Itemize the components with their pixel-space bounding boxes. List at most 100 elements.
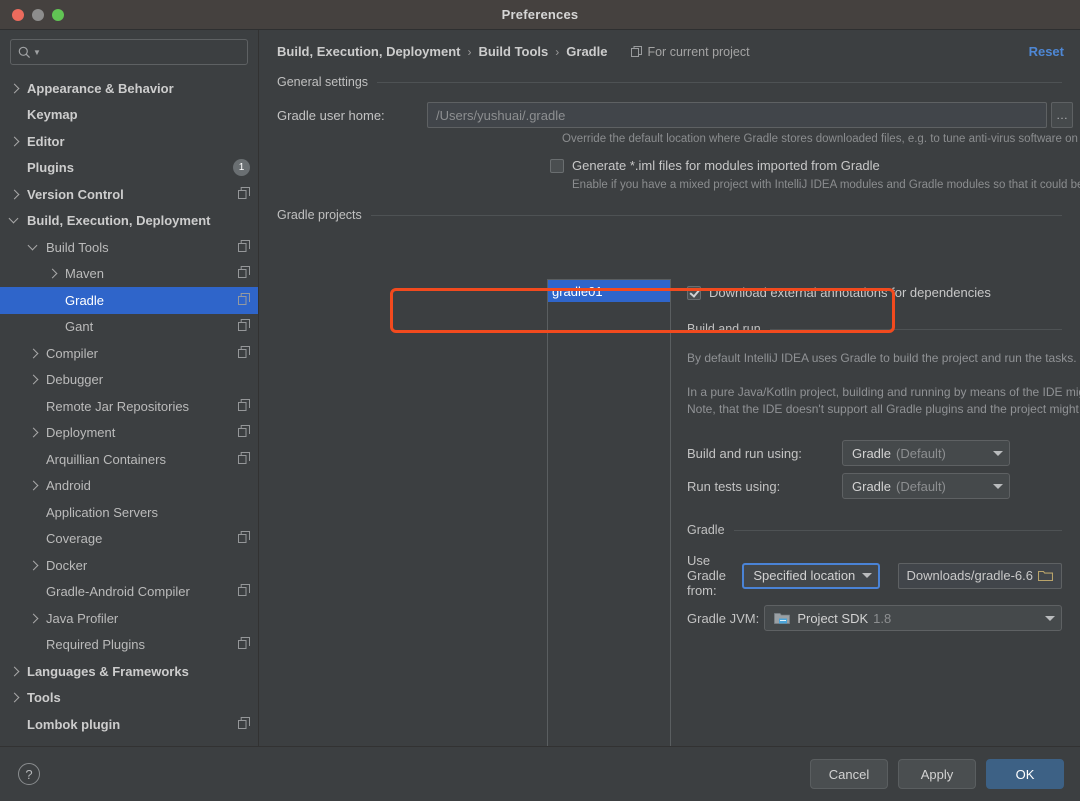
breadcrumb-item-1[interactable]: Build Tools <box>478 44 548 59</box>
chevron-right-icon[interactable] <box>29 480 40 491</box>
chevron-right-icon[interactable] <box>10 189 21 200</box>
sidebar-item-android[interactable]: Android <box>0 473 258 500</box>
sidebar-item-editor[interactable]: Editor <box>0 128 258 155</box>
search-box[interactable]: ▼ <box>10 39 248 65</box>
copy-icon <box>238 239 250 252</box>
search-wrapper: ▼ <box>0 30 258 73</box>
search-chevron-down-icon[interactable]: ▼ <box>33 48 41 57</box>
sidebar-item-languages-frameworks[interactable]: Languages & Frameworks <box>0 658 258 685</box>
breadcrumb-item-2: Gradle <box>566 44 608 59</box>
chevron-down-icon[interactable] <box>993 483 1003 489</box>
sidebar-item-gradle[interactable]: Gradle <box>0 287 258 314</box>
run-tests-using-dropdown[interactable]: Gradle (Default) <box>842 473 1010 499</box>
cancel-button[interactable]: Cancel <box>810 759 888 789</box>
apply-button[interactable]: Apply <box>898 759 976 789</box>
sidebar-item-required-plugins[interactable]: Required Plugins <box>0 632 258 659</box>
build-run-using-value: Gradle <box>852 445 892 461</box>
section-divider <box>733 529 1062 531</box>
sidebar-item-keymap[interactable]: Keymap <box>0 102 258 129</box>
sidebar-item-compiler[interactable]: Compiler <box>0 340 258 367</box>
sidebar-item-build-execution-deployment[interactable]: Build, Execution, Deployment <box>0 208 258 235</box>
sidebar-item-tools[interactable]: Tools <box>0 685 258 712</box>
dialog-footer: ? Cancel Apply OK <box>0 746 1080 801</box>
dialog-buttons: Cancel Apply OK <box>810 759 1064 789</box>
chevron-down-icon[interactable] <box>861 573 872 578</box>
sidebar-item-version-control[interactable]: Version Control <box>0 181 258 208</box>
gradle-projects-list[interactable]: gradle01 <box>547 279 671 746</box>
sidebar-item-arquillian-containers[interactable]: Arquillian Containers <box>0 446 258 473</box>
copy-icon <box>238 425 250 438</box>
chevron-right-icon[interactable] <box>10 83 21 94</box>
project-scope-copy-icon <box>238 345 250 361</box>
generate-iml-hint: Enable if you have a mixed project with … <box>572 179 1080 191</box>
sidebar-item-gradle-android-compiler[interactable]: Gradle-Android Compiler <box>0 579 258 606</box>
chevron-down-icon[interactable] <box>10 215 21 226</box>
sidebar-item-debugger[interactable]: Debugger <box>0 367 258 394</box>
use-gradle-from-dropdown[interactable]: Specified location <box>742 562 880 589</box>
gradle-location-input[interactable]: Downloads/gradle-6.6 <box>897 562 1062 589</box>
general-settings-section-header: General settings <box>277 75 1062 89</box>
sidebar-item-label: Docker <box>46 557 88 573</box>
chevron-right-icon[interactable] <box>29 348 40 359</box>
chevron-down-icon[interactable] <box>29 242 40 253</box>
generate-iml-checkbox[interactable] <box>550 158 564 173</box>
chevron-down-icon[interactable] <box>993 450 1003 456</box>
preferences-window: Preferences ▼ Appearance & Behavior Keyma… <box>0 0 1080 801</box>
sidebar-item-java-profiler[interactable]: Java Profiler <box>0 605 258 632</box>
gradle-section-title: Gradle <box>687 523 725 537</box>
sidebar-item-remote-jar-repositories[interactable]: Remote Jar Repositories <box>0 393 258 420</box>
sidebar-item-label: Appearance & Behavior <box>27 80 174 96</box>
search-icon <box>18 46 31 58</box>
copy-icon <box>238 451 250 464</box>
chevron-right-icon[interactable] <box>48 268 59 279</box>
gradle-jvm-label: Gradle JVM: <box>687 610 760 626</box>
sidebar-item-deployment[interactable]: Deployment <box>0 420 258 447</box>
chevron-down-icon[interactable] <box>1045 615 1055 621</box>
breadcrumb: Build, Execution, Deployment › Build Too… <box>259 30 1080 59</box>
chevron-right-icon[interactable] <box>29 427 40 438</box>
sidebar-item-docker[interactable]: Docker <box>0 552 258 579</box>
folder-icon[interactable] <box>1038 570 1053 582</box>
use-gradle-from-row: Use Gradle from: Specified location Down… <box>687 553 1062 598</box>
sidebar-item-appearance-behavior[interactable]: Appearance & Behavior <box>0 75 258 102</box>
sidebar-item-label: Java Profiler <box>46 610 119 626</box>
sidebar-item-label: Languages & Frameworks <box>27 663 189 679</box>
sidebar-item-build-tools[interactable]: Build Tools <box>0 234 258 261</box>
chevron-right-icon[interactable] <box>10 692 21 703</box>
gradle-user-home-browse-button[interactable]: … <box>1051 102 1073 128</box>
sidebar-item-plugins[interactable]: Plugins 1 <box>0 155 258 182</box>
sidebar-item-label: Plugins <box>27 160 74 176</box>
sidebar-item-maven[interactable]: Maven <box>0 261 258 288</box>
search-input[interactable] <box>44 45 240 59</box>
chevron-right-icon[interactable] <box>10 136 21 147</box>
gradle-projects-section-header: Gradle projects <box>277 208 1062 222</box>
gradle-user-home-label: Gradle user home: <box>277 107 385 123</box>
help-button[interactable]: ? <box>18 763 40 785</box>
reset-link[interactable]: Reset <box>1029 44 1064 59</box>
gradle-projects-title: Gradle projects <box>277 208 362 222</box>
breadcrumb-item-0[interactable]: Build, Execution, Deployment <box>277 44 460 59</box>
gradle-user-home-row: Gradle user home: /Users/yushuai/.gradle… <box>277 102 1080 128</box>
sidebar-item-label: Gant <box>65 319 94 335</box>
chevron-right-icon[interactable] <box>29 613 40 624</box>
sidebar-item-gant[interactable]: Gant <box>0 314 258 341</box>
gradle-jvm-dropdown[interactable]: Project SDK 1.8 <box>764 605 1062 631</box>
ellipsis-icon: … <box>1056 108 1068 122</box>
generate-iml-row[interactable]: Generate *.iml files for modules importe… <box>550 158 1080 173</box>
project-scope-copy-icon <box>238 451 250 467</box>
chevron-right-icon[interactable] <box>29 374 40 385</box>
gradle-user-home-input[interactable]: /Users/yushuai/.gradle <box>427 102 1047 128</box>
chevron-right-icon[interactable] <box>29 560 40 571</box>
sidebar-item-label: Deployment <box>46 425 116 441</box>
gradle-user-home-value: /Users/yushuai/.gradle <box>436 107 566 123</box>
breadcrumb-separator: › <box>467 44 472 59</box>
sidebar-item-lombok-plugin[interactable]: Lombok plugin <box>0 711 258 738</box>
sidebar-item-coverage[interactable]: Coverage <box>0 526 258 553</box>
sidebar-item-application-servers[interactable]: Application Servers <box>0 499 258 526</box>
build-run-using-dropdown[interactable]: Gradle (Default) <box>842 440 1010 466</box>
ok-button[interactable]: OK <box>986 759 1064 789</box>
chevron-right-icon[interactable] <box>10 666 21 677</box>
